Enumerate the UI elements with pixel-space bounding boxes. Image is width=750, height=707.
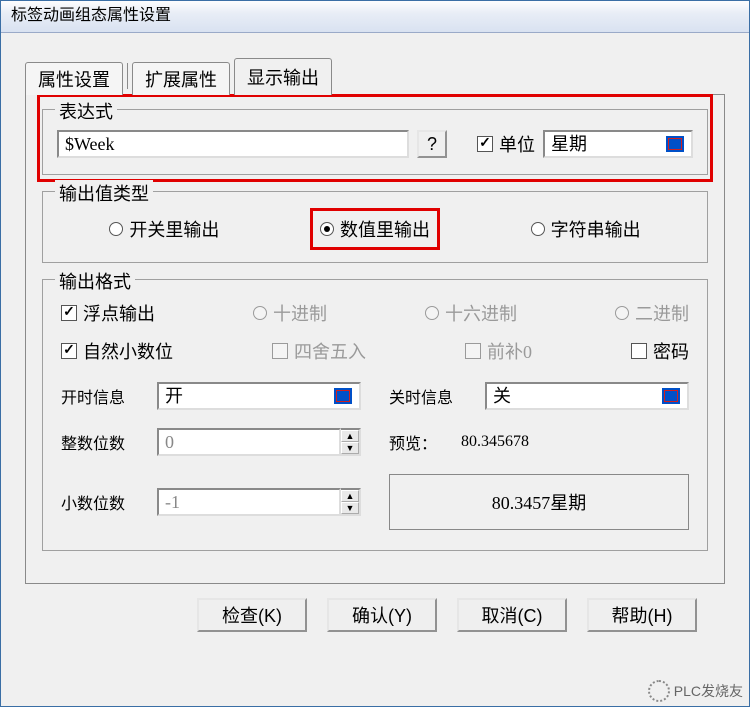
- group-output-format-label: 输出格式: [55, 268, 135, 294]
- group-output-format: 输出格式 ✓ 浮点输出 十进制 十六进制 二进制: [42, 279, 708, 551]
- unit-checkbox[interactable]: ✓ 单位: [477, 131, 535, 157]
- check-icon: ✓: [61, 305, 77, 321]
- group-expression: 表达式 $Week ? ✓ 单位 星期: [42, 109, 708, 175]
- radio-decimal: 十进制: [253, 300, 327, 326]
- tab-properties[interactable]: 属性设置: [25, 62, 123, 95]
- ime-icon: [661, 387, 681, 405]
- spin-up-icon[interactable]: ▲: [341, 430, 359, 442]
- radio-icon: [320, 222, 334, 236]
- on-info-label: 开时信息: [61, 384, 149, 408]
- dec-digits-input[interactable]: -1: [157, 488, 341, 516]
- checkbox-password[interactable]: 密码: [631, 338, 689, 364]
- tab-display-output[interactable]: 显示输出: [234, 58, 332, 95]
- radio-string-output[interactable]: 字符串输出: [531, 216, 641, 242]
- radio-binary: 二进制: [615, 300, 689, 326]
- watermark-icon: [648, 680, 670, 702]
- footer-buttons: 检查(K) 确认(Y) 取消(C) 帮助(H): [25, 584, 725, 632]
- dialog-window: 标签动画组态属性设置 属性设置 扩展属性 显示输出 表达式 $Week ? ✓ …: [0, 0, 750, 707]
- ime-icon: [333, 387, 353, 405]
- expression-help-button[interactable]: ?: [417, 130, 447, 158]
- unit-input[interactable]: 星期: [543, 130, 693, 158]
- tab-separator: [127, 63, 128, 89]
- content-area: 属性设置 扩展属性 显示输出 表达式 $Week ? ✓ 单位 星期: [1, 33, 749, 640]
- dec-digits-label: 小数位数: [61, 490, 149, 514]
- int-digits-label: 整数位数: [61, 430, 149, 454]
- on-info-input[interactable]: 开: [157, 382, 361, 410]
- window-title: 标签动画组态属性设置: [1, 1, 749, 33]
- unit-value: 星期: [551, 132, 587, 156]
- checkbox-natural-decimal[interactable]: ✓ 自然小数位: [61, 338, 173, 364]
- off-info-input[interactable]: 关: [485, 382, 689, 410]
- unit-checkbox-label: 单位: [499, 131, 535, 157]
- tab-extended[interactable]: 扩展属性: [132, 62, 230, 95]
- cancel-button[interactable]: 取消(C): [457, 598, 567, 632]
- preview-label: 预览：: [389, 430, 453, 454]
- group-output-type-label: 输出值类型: [55, 180, 153, 206]
- preview-value: 80.345678: [461, 433, 529, 451]
- ok-button[interactable]: 确认(Y): [327, 598, 437, 632]
- check-icon: ✓: [61, 343, 77, 359]
- check-icon: ✓: [477, 136, 493, 152]
- radio-icon: [109, 222, 123, 236]
- tab-strip: 属性设置 扩展属性 显示输出: [25, 57, 725, 94]
- checkbox-float-output[interactable]: ✓ 浮点输出: [61, 300, 155, 326]
- int-digits-spinner: 0 ▲ ▼: [157, 428, 361, 456]
- spin-down-icon[interactable]: ▼: [341, 442, 359, 454]
- expression-input[interactable]: $Week: [57, 130, 409, 158]
- checkbox-pad-zero: 前补0: [465, 338, 532, 364]
- int-digits-input[interactable]: 0: [157, 428, 341, 456]
- radio-switch-output[interactable]: 开关里输出: [109, 216, 219, 242]
- group-expression-label: 表达式: [55, 98, 117, 124]
- tab-panel: 表达式 $Week ? ✓ 单位 星期: [25, 94, 725, 584]
- dec-digits-spinner: -1 ▲ ▼: [157, 488, 361, 516]
- checkbox-round: 四舍五入: [272, 338, 366, 364]
- watermark: PLC发烧友: [648, 680, 743, 702]
- spin-down-icon[interactable]: ▼: [341, 502, 359, 514]
- preview-box: 80.3457星期: [389, 474, 689, 530]
- check-icon: [631, 343, 647, 359]
- help-button[interactable]: 帮助(H): [587, 598, 697, 632]
- radio-numeric-output[interactable]: 数值里输出: [320, 216, 430, 242]
- group-output-type: 输出值类型 开关里输出 数值里输出 字符串输出: [42, 191, 708, 263]
- ime-icon: [665, 135, 685, 153]
- radio-hex: 十六进制: [425, 300, 517, 326]
- spin-up-icon[interactable]: ▲: [341, 490, 359, 502]
- off-info-label: 关时信息: [389, 384, 477, 408]
- check-button[interactable]: 检查(K): [197, 598, 307, 632]
- radio-icon: [531, 222, 545, 236]
